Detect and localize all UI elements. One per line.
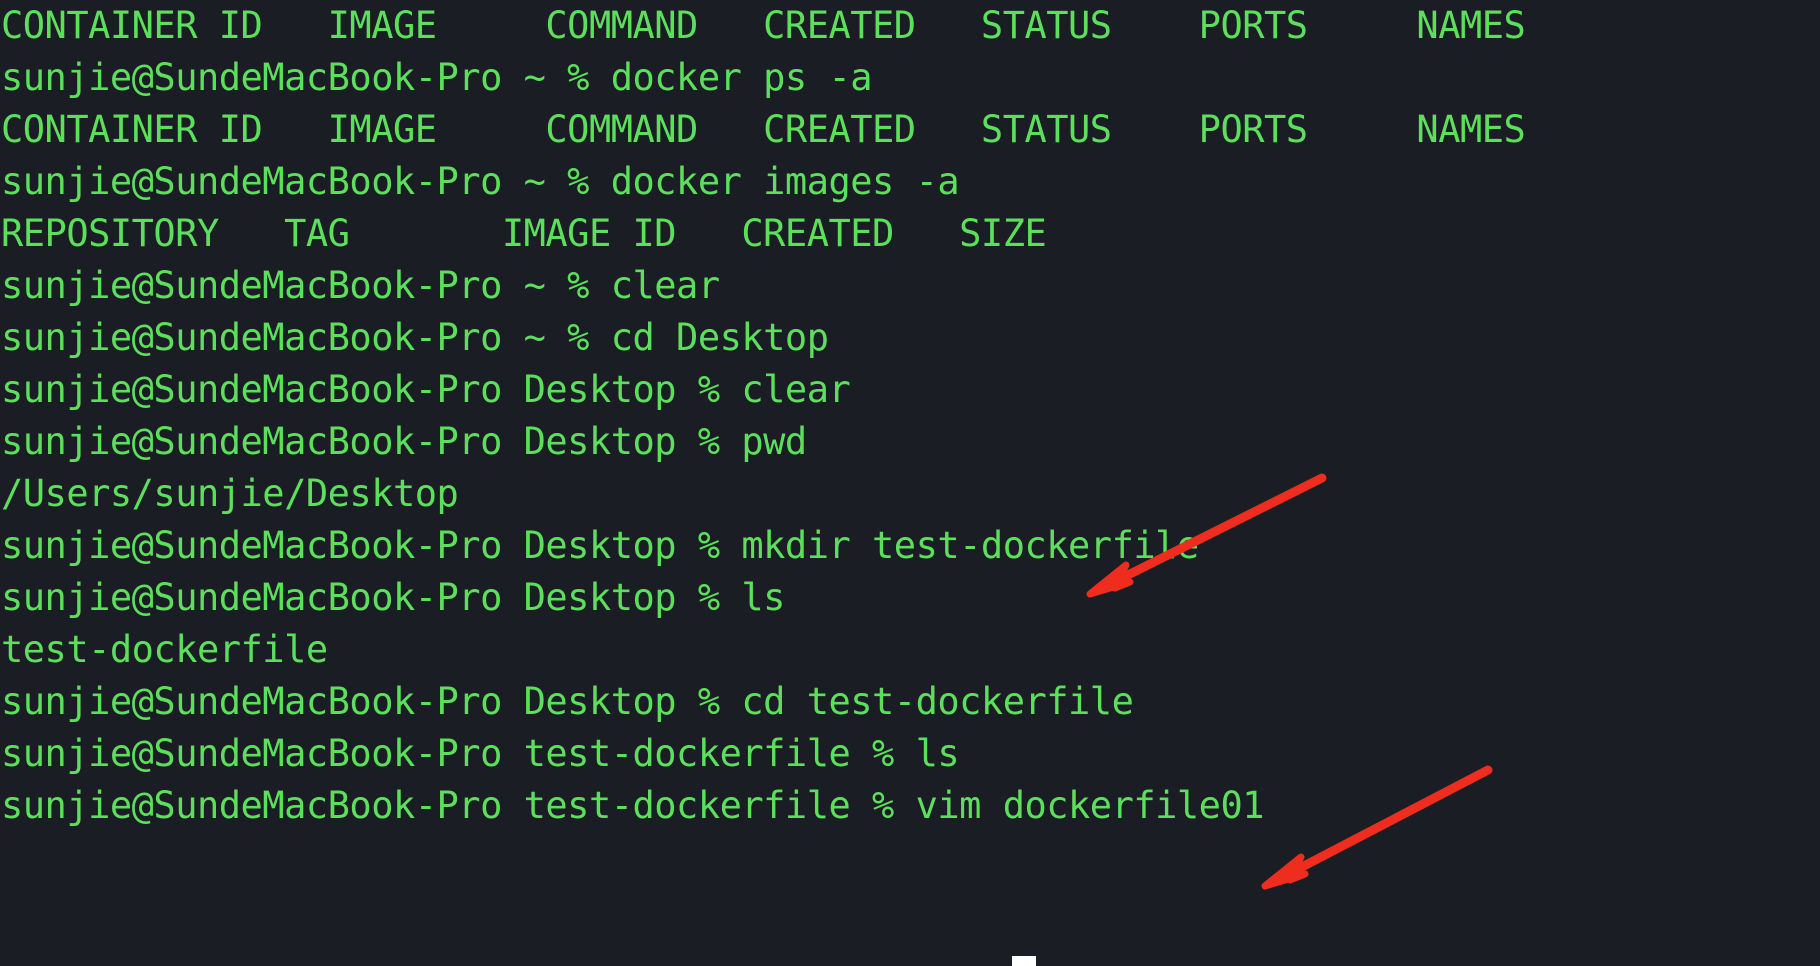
- terminal-line: sunjie@SundeMacBook-Pro ~ % cd Desktop: [1, 316, 829, 359]
- terminal-line: CONTAINER ID IMAGE COMMAND CREATED STATU…: [1, 108, 1526, 151]
- terminal-line: /Users/sunjie/Desktop: [1, 472, 459, 515]
- terminal-line: sunjie@SundeMacBook-Pro ~ % docker image…: [1, 160, 960, 203]
- terminal-cursor: [1012, 956, 1036, 966]
- terminal-window[interactable]: CONTAINER ID IMAGE COMMAND CREATED STATU…: [0, 0, 1820, 966]
- terminal-line: sunjie@SundeMacBook-Pro Desktop % pwd: [1, 420, 807, 463]
- terminal-line: sunjie@SundeMacBook-Pro Desktop % clear: [1, 368, 851, 411]
- terminal-line: CONTAINER ID IMAGE COMMAND CREATED STATU…: [1, 4, 1526, 47]
- terminal-line: sunjie@SundeMacBook-Pro Desktop % cd tes…: [1, 680, 1134, 723]
- terminal-line: test-dockerfile: [1, 628, 328, 671]
- terminal-line: sunjie@SundeMacBook-Pro Desktop % ls: [1, 576, 785, 619]
- terminal-line: sunjie@SundeMacBook-Pro ~ % docker ps -a: [1, 56, 873, 99]
- terminal-output[interactable]: CONTAINER ID IMAGE COMMAND CREATED STATU…: [0, 0, 1820, 832]
- terminal-line: sunjie@SundeMacBook-Pro test-dockerfile …: [1, 784, 1265, 827]
- terminal-line: sunjie@SundeMacBook-Pro ~ % clear: [1, 264, 720, 307]
- terminal-line: sunjie@SundeMacBook-Pro Desktop % mkdir …: [1, 524, 1199, 567]
- terminal-line: sunjie@SundeMacBook-Pro test-dockerfile …: [1, 732, 960, 775]
- terminal-line: REPOSITORY TAG IMAGE ID CREATED SIZE: [1, 212, 1047, 255]
